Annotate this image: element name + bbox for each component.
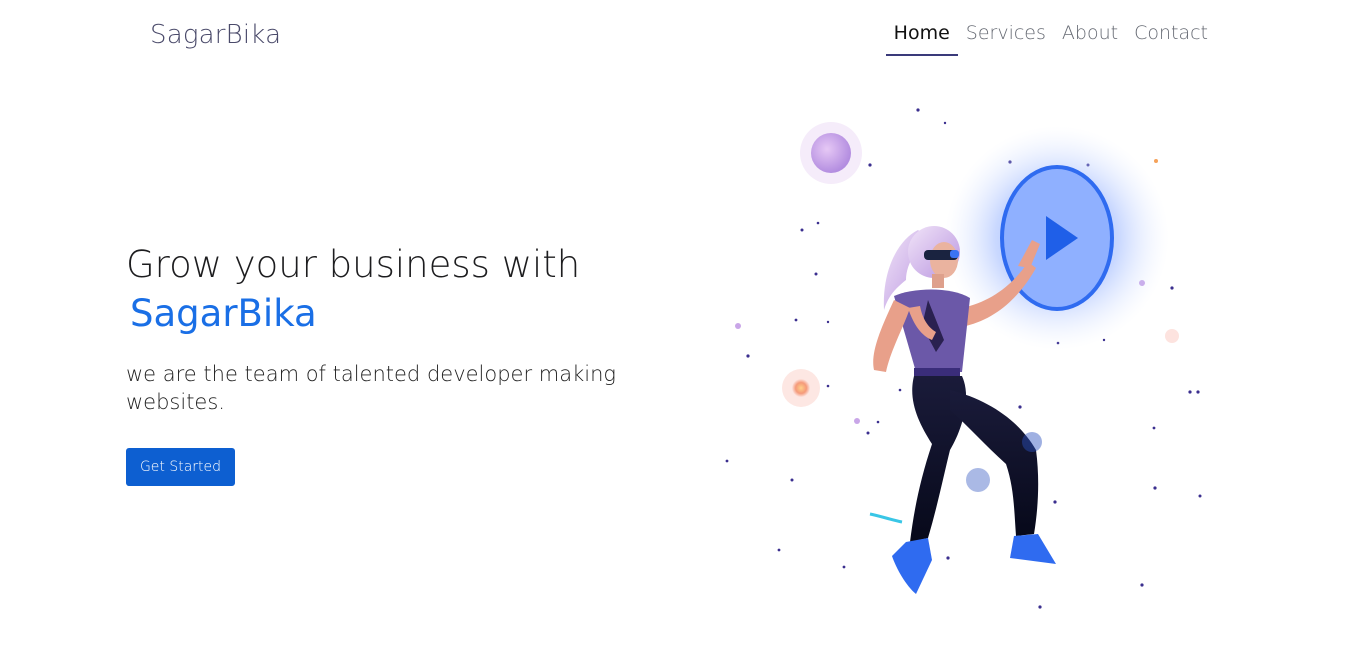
nav-link-home[interactable]: Home: [886, 16, 958, 56]
nav-link-about[interactable]: About: [1054, 16, 1126, 56]
hero-illustration-svg: [725, 108, 1202, 609]
nav-item-about: About: [1054, 16, 1126, 56]
brand-logo[interactable]: SagarBika: [150, 20, 281, 50]
hero-brand-highlight: SagarBika: [130, 292, 317, 335]
nav-item-home: Home: [885, 16, 958, 56]
hero-headline: Grow your business with SagarBika: [126, 240, 666, 338]
get-started-button[interactable]: Get Started: [126, 448, 235, 486]
hero-headline-text: Grow your business with: [126, 243, 581, 286]
nav-link-services[interactable]: Services: [958, 16, 1054, 56]
orb-purple: [800, 122, 862, 184]
hero-subtitle: we are the team of talented developer ma…: [126, 362, 617, 414]
nav-item-contact: Contact: [1126, 16, 1216, 56]
navbar: SagarBika Home Services About Contact: [0, 0, 1366, 70]
nav-menu: Home Services About Contact: [885, 16, 1216, 56]
nav-item-services: Services: [958, 16, 1054, 56]
orb-orange: [782, 369, 820, 407]
hero-illustration: [700, 90, 1240, 620]
hero-section: Grow your business with SagarBika we are…: [126, 240, 666, 416]
nav-link-contact[interactable]: Contact: [1126, 16, 1216, 56]
